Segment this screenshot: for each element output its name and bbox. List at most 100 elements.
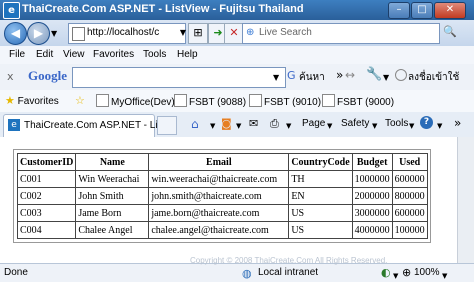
tools-dropdown-icon[interactable]: ▼ (409, 122, 414, 130)
star-icon: ★ (5, 95, 15, 107)
tools-menu[interactable]: Tools (385, 118, 408, 129)
maximize-button[interactable]: □ (411, 2, 433, 19)
sign-in-link[interactable]: ลงชื่อเข้าใช้ (408, 70, 459, 85)
fav-item-fsbt-9010[interactable]: FSBT (9010) (249, 94, 321, 108)
mail-icon[interactable]: ✉ (249, 117, 258, 130)
search-input[interactable]: ⊕ Live Search (242, 23, 440, 44)
cell-name: John Smith (75, 187, 150, 205)
menu-tools[interactable]: Tools (143, 49, 166, 60)
tab-current[interactable]: e ThaiCreate.Com ASP.NET - Lis... (3, 114, 171, 137)
fav-label: MyOffice(Dev) (111, 97, 175, 108)
wrench-icon[interactable]: 🔧 (366, 67, 382, 82)
fav-item-myoffice[interactable]: MyOffice(Dev) (96, 94, 175, 108)
cell-used: 600000 (391, 204, 428, 222)
col-header-customerid: CustomerID (16, 153, 77, 171)
google-dropdown-icon[interactable]: ▼ (273, 73, 279, 82)
cell-budget: 1000000 (351, 170, 393, 188)
menu-favorites[interactable]: Favorites (93, 49, 134, 60)
fav-item-fsbt-9088[interactable]: FSBT (9088) (174, 94, 246, 108)
minimize-button[interactable]: – (388, 2, 410, 19)
page-icon (174, 94, 187, 107)
back-button[interactable]: ◀ (4, 22, 27, 45)
globe-icon: ◍ (242, 267, 252, 280)
page-icon (322, 94, 335, 107)
menu-file[interactable]: File (9, 49, 25, 60)
menu-edit[interactable]: Edit (36, 49, 53, 60)
fav-item-fsbt-9000[interactable]: FSBT (9000) (322, 94, 394, 108)
cell-used: 100000 (391, 221, 428, 239)
google-g-icon: G (287, 69, 296, 82)
customer-listview: CustomerID Name Email CountryCode Budget… (16, 153, 428, 239)
header-row: CustomerID Name Email CountryCode Budget… (16, 153, 428, 171)
ie-tab-icon: e (8, 119, 20, 131)
add-favorite-icon[interactable]: ☆ (75, 94, 85, 107)
cell-countrycode: TH (288, 170, 353, 188)
zoom-icon[interactable]: ⊕ (402, 266, 411, 279)
cell-budget: 2000000 (351, 187, 393, 205)
menu-view[interactable]: View (63, 49, 85, 60)
cell-customerid: C003 (16, 204, 77, 222)
page-dropdown-icon[interactable]: ▼ (327, 122, 332, 130)
feeds-dropdown-icon[interactable]: ▼ (236, 122, 241, 130)
home-icon[interactable]: ⌂ (191, 117, 199, 131)
more-icon[interactable]: » (336, 68, 343, 82)
vertical-scrollbar[interactable] (457, 137, 474, 263)
print-icon[interactable]: ⎙ (270, 117, 279, 131)
help-dropdown-icon[interactable]: ▼ (437, 122, 442, 130)
stop-button[interactable]: ✕ (224, 23, 244, 44)
zoom-level[interactable]: 100% (414, 267, 440, 278)
title-bar: e ThaiCreate.Com ASP.NET - ListView - Fu… (0, 0, 474, 20)
more-tools-icon[interactable]: » (454, 116, 461, 130)
favorites-button[interactable]: ★ Favorites (5, 94, 59, 107)
address-input[interactable]: http://localhost/c (68, 23, 186, 44)
compatibility-view-icon[interactable]: ⊞ (188, 23, 208, 44)
help-icon[interactable]: ? (420, 116, 433, 129)
page-icon (96, 94, 109, 107)
safety-dropdown-icon[interactable]: ▼ (372, 122, 377, 130)
col-header-email: Email (148, 153, 290, 171)
print-dropdown-icon[interactable]: ▼ (286, 122, 291, 130)
zoom-dropdown-icon[interactable]: ▼ (442, 272, 447, 280)
tab-bar: e ThaiCreate.Com ASP.NET - Lis... ⌂ ▼ ◙ … (0, 112, 474, 138)
col-header-used: Used (391, 153, 428, 171)
feeds-icon[interactable]: ◙ (221, 117, 232, 130)
google-search-input[interactable] (72, 67, 286, 88)
toolbar-close-icon[interactable]: x (7, 70, 14, 83)
home-dropdown-icon[interactable]: ▼ (210, 122, 215, 130)
copyright-watermark: Copyright © 2008 ThaiCreate.Com All Righ… (190, 256, 388, 265)
settings-dropdown-icon[interactable]: ▼ (383, 73, 389, 82)
cell-used: 800000 (391, 187, 428, 205)
cell-customerid: C002 (16, 187, 77, 205)
url-text: http://localhost/c (87, 27, 160, 38)
cell-email: jame.born@thaicreate.com (148, 204, 290, 222)
menu-help[interactable]: Help (177, 49, 198, 60)
safety-menu[interactable]: Safety (341, 118, 369, 129)
cell-countrycode: US (288, 204, 353, 222)
cell-email: chalee.angel@thaicreate.com (148, 221, 290, 239)
address-toolbar: ◀ ▶ ▼ http://localhost/c ▼ ⊞ ➜ ✕ ⊕ Live … (0, 20, 474, 46)
protected-mode-icon[interactable]: ◐ (381, 266, 391, 279)
cell-used: 600000 (391, 170, 428, 188)
ie-icon: e (3, 2, 20, 19)
status-bar: Done Copyright © 2008 ThaiCreate.Com All… (0, 256, 474, 282)
google-toolbar: x Google ▼ G ค้นหา » ↔ 🔧 ▼ ลงชื่อเข้าใช้ (0, 64, 474, 91)
protected-dropdown-icon[interactable]: ▼ (393, 272, 398, 280)
cell-name: Chalee Angel (75, 221, 150, 239)
page-menu[interactable]: Page (302, 118, 325, 129)
search-icon[interactable]: 🔍 (441, 23, 459, 42)
table-row: C004 Chalee Angel chalee.angel@thaicreat… (16, 221, 428, 239)
google-search-button[interactable]: ค้นหา (299, 70, 325, 85)
favorites-bar: ★ Favorites ☆ MyOffice(Dev) FSBT (9088) … (0, 90, 474, 113)
cell-email: john.smith@thaicreate.com (148, 187, 290, 205)
user-icon (395, 69, 407, 81)
cell-budget: 3000000 (351, 204, 393, 222)
arrows-icon[interactable]: ↔ (345, 68, 355, 82)
col-header-countrycode: CountryCode (288, 153, 353, 171)
history-dropdown-icon[interactable]: ▼ (51, 29, 57, 38)
new-tab-button[interactable] (157, 116, 177, 135)
fav-label: FSBT (9000) (337, 97, 395, 108)
forward-button[interactable]: ▶ (27, 22, 50, 45)
close-button[interactable]: ✕ (434, 2, 466, 19)
favorites-label: Favorites (17, 96, 59, 107)
cell-countrycode: EN (288, 187, 353, 205)
